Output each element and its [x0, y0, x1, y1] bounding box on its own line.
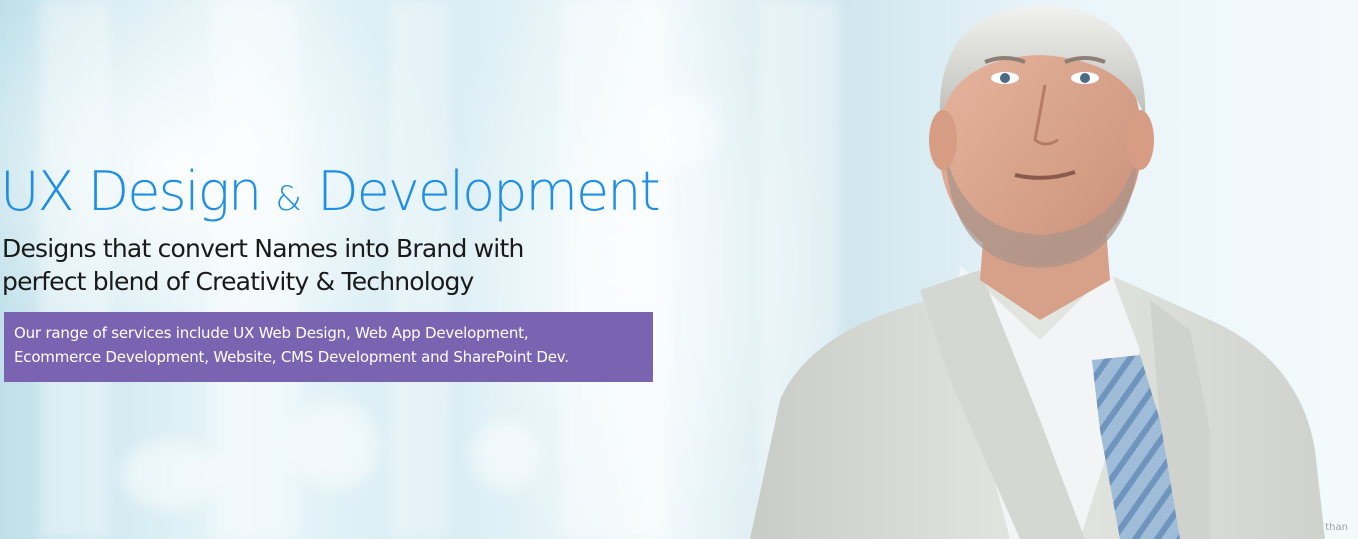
hero-banner: UX Design & Development Designs that con…: [0, 0, 1358, 539]
headline-text-development: Development: [301, 160, 661, 223]
watermark-text: than: [1325, 522, 1348, 533]
services-callout: Our range of services include UX Web Des…: [4, 312, 653, 382]
subheading-line-2: perfect blend of Creativity & Technology: [2, 267, 474, 296]
background-bokeh: [290, 400, 380, 490]
headline-text-ux-design: UX Design: [0, 160, 276, 223]
hero-subheading: Designs that convert Names into Brand wi…: [2, 232, 642, 298]
hero-headline: UX Design & Development: [0, 160, 661, 223]
services-line-1: Our range of services include UX Web Des…: [14, 324, 529, 342]
subheading-line-1: Designs that convert Names into Brand wi…: [2, 234, 524, 263]
background-bokeh: [120, 440, 220, 510]
headline-ampersand: &: [275, 179, 302, 219]
services-line-2: Ecommerce Development, Website, CMS Deve…: [14, 348, 569, 366]
businessman-photo: [750, 5, 1325, 539]
background-bokeh: [470, 420, 540, 490]
background-bokeh: [640, 90, 720, 170]
